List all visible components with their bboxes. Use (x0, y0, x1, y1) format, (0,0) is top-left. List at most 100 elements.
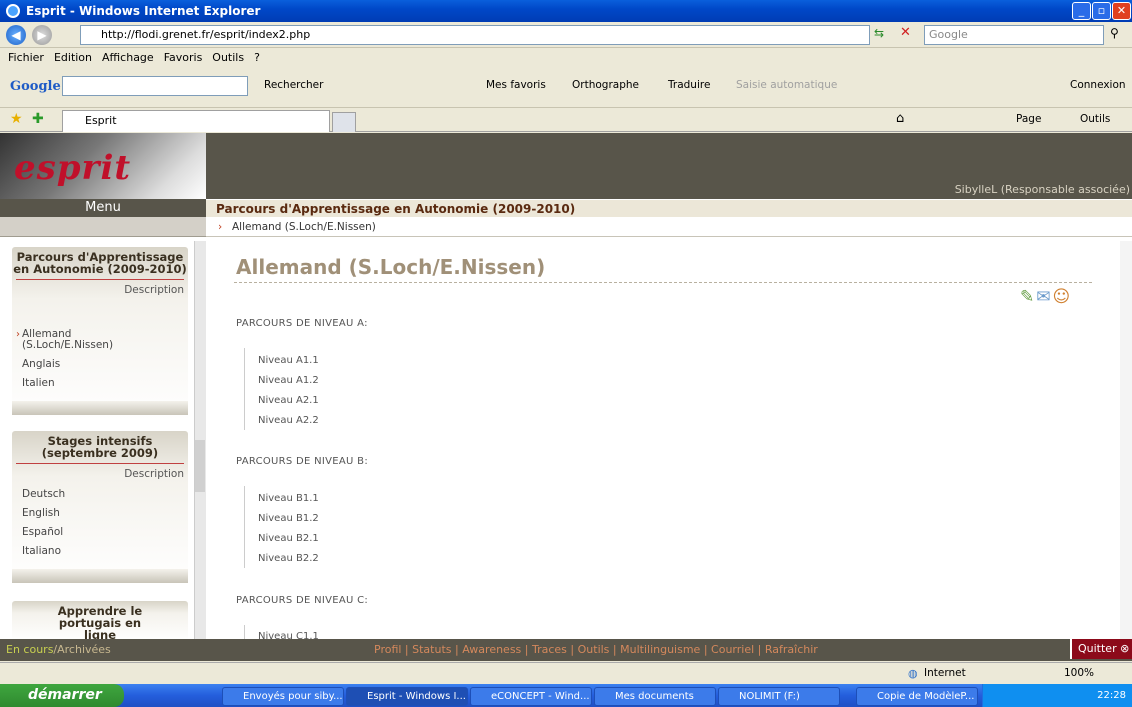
menu-favoris[interactable]: Favoris (164, 51, 203, 64)
new-tab-button[interactable] (332, 112, 356, 132)
back-button[interactable]: ◀ (6, 25, 26, 45)
close-circle-icon: ⊗ (1120, 642, 1130, 655)
sidebar-item-english[interactable]: English (22, 508, 60, 519)
forward-button[interactable]: ▶ (32, 25, 52, 45)
level-bar (244, 348, 245, 430)
ie-logo-icon (6, 4, 20, 18)
add-favorite-icon[interactable]: ✚ (32, 111, 44, 127)
mail-icon[interactable]: ✉ (1036, 287, 1052, 307)
clock[interactable]: 22:28 (1097, 690, 1126, 701)
sidebar-toolbar (0, 217, 206, 237)
description-link[interactable]: Description (16, 279, 184, 296)
sidebar-item-italien[interactable]: Italien (22, 378, 55, 389)
tab-bar: ★ ✚ Esprit ⌂ Page Outils (0, 108, 1132, 132)
level-link[interactable]: Niveau B2.1 (258, 533, 319, 544)
card-title: Stages intensifs (septembre 2009) (41, 434, 159, 460)
main-scrollbar[interactable] (1120, 241, 1132, 639)
title-divider (234, 282, 1092, 283)
active-arrow-icon: › (16, 329, 20, 340)
stop-icon[interactable]: ✕ (900, 25, 911, 40)
zoom-level[interactable]: 100% (1064, 667, 1094, 679)
esprit-logo: esprit (14, 148, 132, 188)
footer-link-multilinguisme[interactable]: Multilinguisme (620, 643, 700, 656)
menu-fichier[interactable]: Fichier (8, 51, 44, 64)
quit-label: Quitter (1078, 642, 1117, 655)
mes-favoris-button[interactable]: Mes favoris (486, 79, 546, 91)
breadcrumb-label: Allemand (S.Loch/E.Nissen) (232, 221, 376, 233)
sidebar-item-italiano[interactable]: Italiano (22, 546, 61, 557)
taskbar-item[interactable]: Copie de ModèleP... (856, 687, 978, 706)
ie-status-bar: ◍ Internet 100% (0, 662, 1132, 684)
group-icon[interactable]: ☺ (1053, 287, 1073, 307)
home-icon[interactable]: ⌂ (896, 111, 904, 126)
rechercher-button[interactable]: Rechercher (264, 79, 323, 91)
card-title: Apprendre le portugais en ligne (57, 604, 143, 639)
taskbar-item[interactable]: Envoyés pour siby... (222, 687, 344, 706)
close-button[interactable]: ✕ (1112, 2, 1131, 20)
footer-links: Profil | Statuts | Awareness | Traces | … (374, 643, 818, 656)
footer-link-courriel[interactable]: Courriel (711, 643, 754, 656)
search-icon[interactable]: ⚲ (1110, 26, 1119, 40)
en-cours-link[interactable]: En cours (6, 643, 53, 656)
footer-link-profil[interactable]: Profil (374, 643, 401, 656)
level-link[interactable]: Niveau B2.2 (258, 553, 319, 564)
taskbar-item[interactable]: NOLIMIT (F:) (718, 687, 840, 706)
tab-esprit[interactable]: Esprit (62, 110, 330, 132)
favorites-star-icon[interactable]: ★ (10, 111, 23, 127)
level-link[interactable]: Niveau A1.1 (258, 355, 319, 366)
menu-outils[interactable]: Outils (212, 51, 244, 64)
sidebar-item-allemand[interactable]: Allemand (S.Loch/E.Nissen) (22, 329, 162, 351)
minimize-button[interactable]: _ (1072, 2, 1091, 20)
level-link[interactable]: Niveau B1.1 (258, 493, 319, 504)
archivees-link[interactable]: /Archivées (53, 643, 110, 656)
level-link[interactable]: Niveau A2.1 (258, 395, 319, 406)
footer-link-rafraichir[interactable]: Rafraîchir (765, 643, 818, 656)
sidebar-item-espanol[interactable]: Español (22, 527, 63, 538)
footer-link-awareness[interactable]: Awareness (462, 643, 521, 656)
sidebar-scroll-thumb[interactable] (195, 440, 205, 492)
menu-edition[interactable]: Edition (54, 51, 92, 64)
level-link[interactable]: Niveau A1.2 (258, 375, 319, 386)
traduire-button[interactable]: Traduire (668, 79, 710, 91)
page-menu[interactable]: Page (1016, 113, 1041, 125)
level-bar (244, 486, 245, 568)
level-link[interactable]: Niveau A2.2 (258, 415, 319, 426)
footer-link-traces[interactable]: Traces (532, 643, 567, 656)
address-input[interactable]: http://flodi.grenet.fr/esprit/index2.php (80, 25, 870, 45)
tools-menu[interactable]: Outils (1080, 113, 1110, 125)
maximize-button[interactable]: ▫ (1092, 2, 1111, 20)
menu-help[interactable]: ? (254, 51, 260, 64)
card-footer (12, 401, 188, 415)
connexion-button[interactable]: Connexion (1070, 79, 1126, 91)
breadcrumb[interactable]: › Allemand (S.Loch/E.Nissen) (206, 217, 1132, 237)
saisie-auto-button[interactable]: Saisie automatique (736, 79, 837, 91)
user-label: SibylleL (Responsable associée) (954, 183, 1130, 196)
taskbar-item[interactable]: Mes documents (594, 687, 716, 706)
refresh-icon[interactable]: ⇆ (874, 26, 884, 40)
menu-bar: Fichier Edition Affichage Favoris Outils… (0, 48, 1132, 66)
description-link[interactable]: Description (16, 463, 184, 480)
sidebar-item-deutsch[interactable]: Deutsch (22, 489, 65, 500)
orthographe-button[interactable]: Orthographe (572, 79, 639, 91)
quit-button[interactable]: Quitter ⊗ (1070, 639, 1132, 659)
taskbar-item[interactable]: eCONCEPT - Wind... (470, 687, 592, 706)
section-heading-b: PARCOURS DE NIVEAU B: (236, 456, 368, 467)
footer-link-outils[interactable]: Outils (578, 643, 610, 656)
card-footer (12, 569, 188, 583)
search-input[interactable]: Google (924, 25, 1104, 45)
page-title: Allemand (S.Loch/E.Nissen) (236, 255, 546, 279)
taskbar-item-active[interactable]: Esprit - Windows I... (346, 687, 468, 706)
zone-label: Internet (924, 667, 966, 679)
menu-affichage[interactable]: Affichage (102, 51, 154, 64)
edit-icon[interactable]: ✎ (1020, 287, 1036, 307)
section-heading-a: PARCOURS DE NIVEAU A: (236, 318, 368, 329)
google-toolbar: Google Rechercher Mes favoris Orthograph… (0, 66, 1132, 108)
main-content (206, 237, 1132, 639)
google-search-input[interactable] (62, 76, 248, 96)
start-button[interactable]: démarrer (0, 684, 124, 707)
google-logo: Google (10, 79, 61, 94)
sidebar-item-anglais[interactable]: Anglais (22, 359, 60, 370)
section-heading-c: PARCOURS DE NIVEAU C: (236, 595, 369, 606)
level-link[interactable]: Niveau B1.2 (258, 513, 319, 524)
footer-link-statuts[interactable]: Statuts (412, 643, 451, 656)
